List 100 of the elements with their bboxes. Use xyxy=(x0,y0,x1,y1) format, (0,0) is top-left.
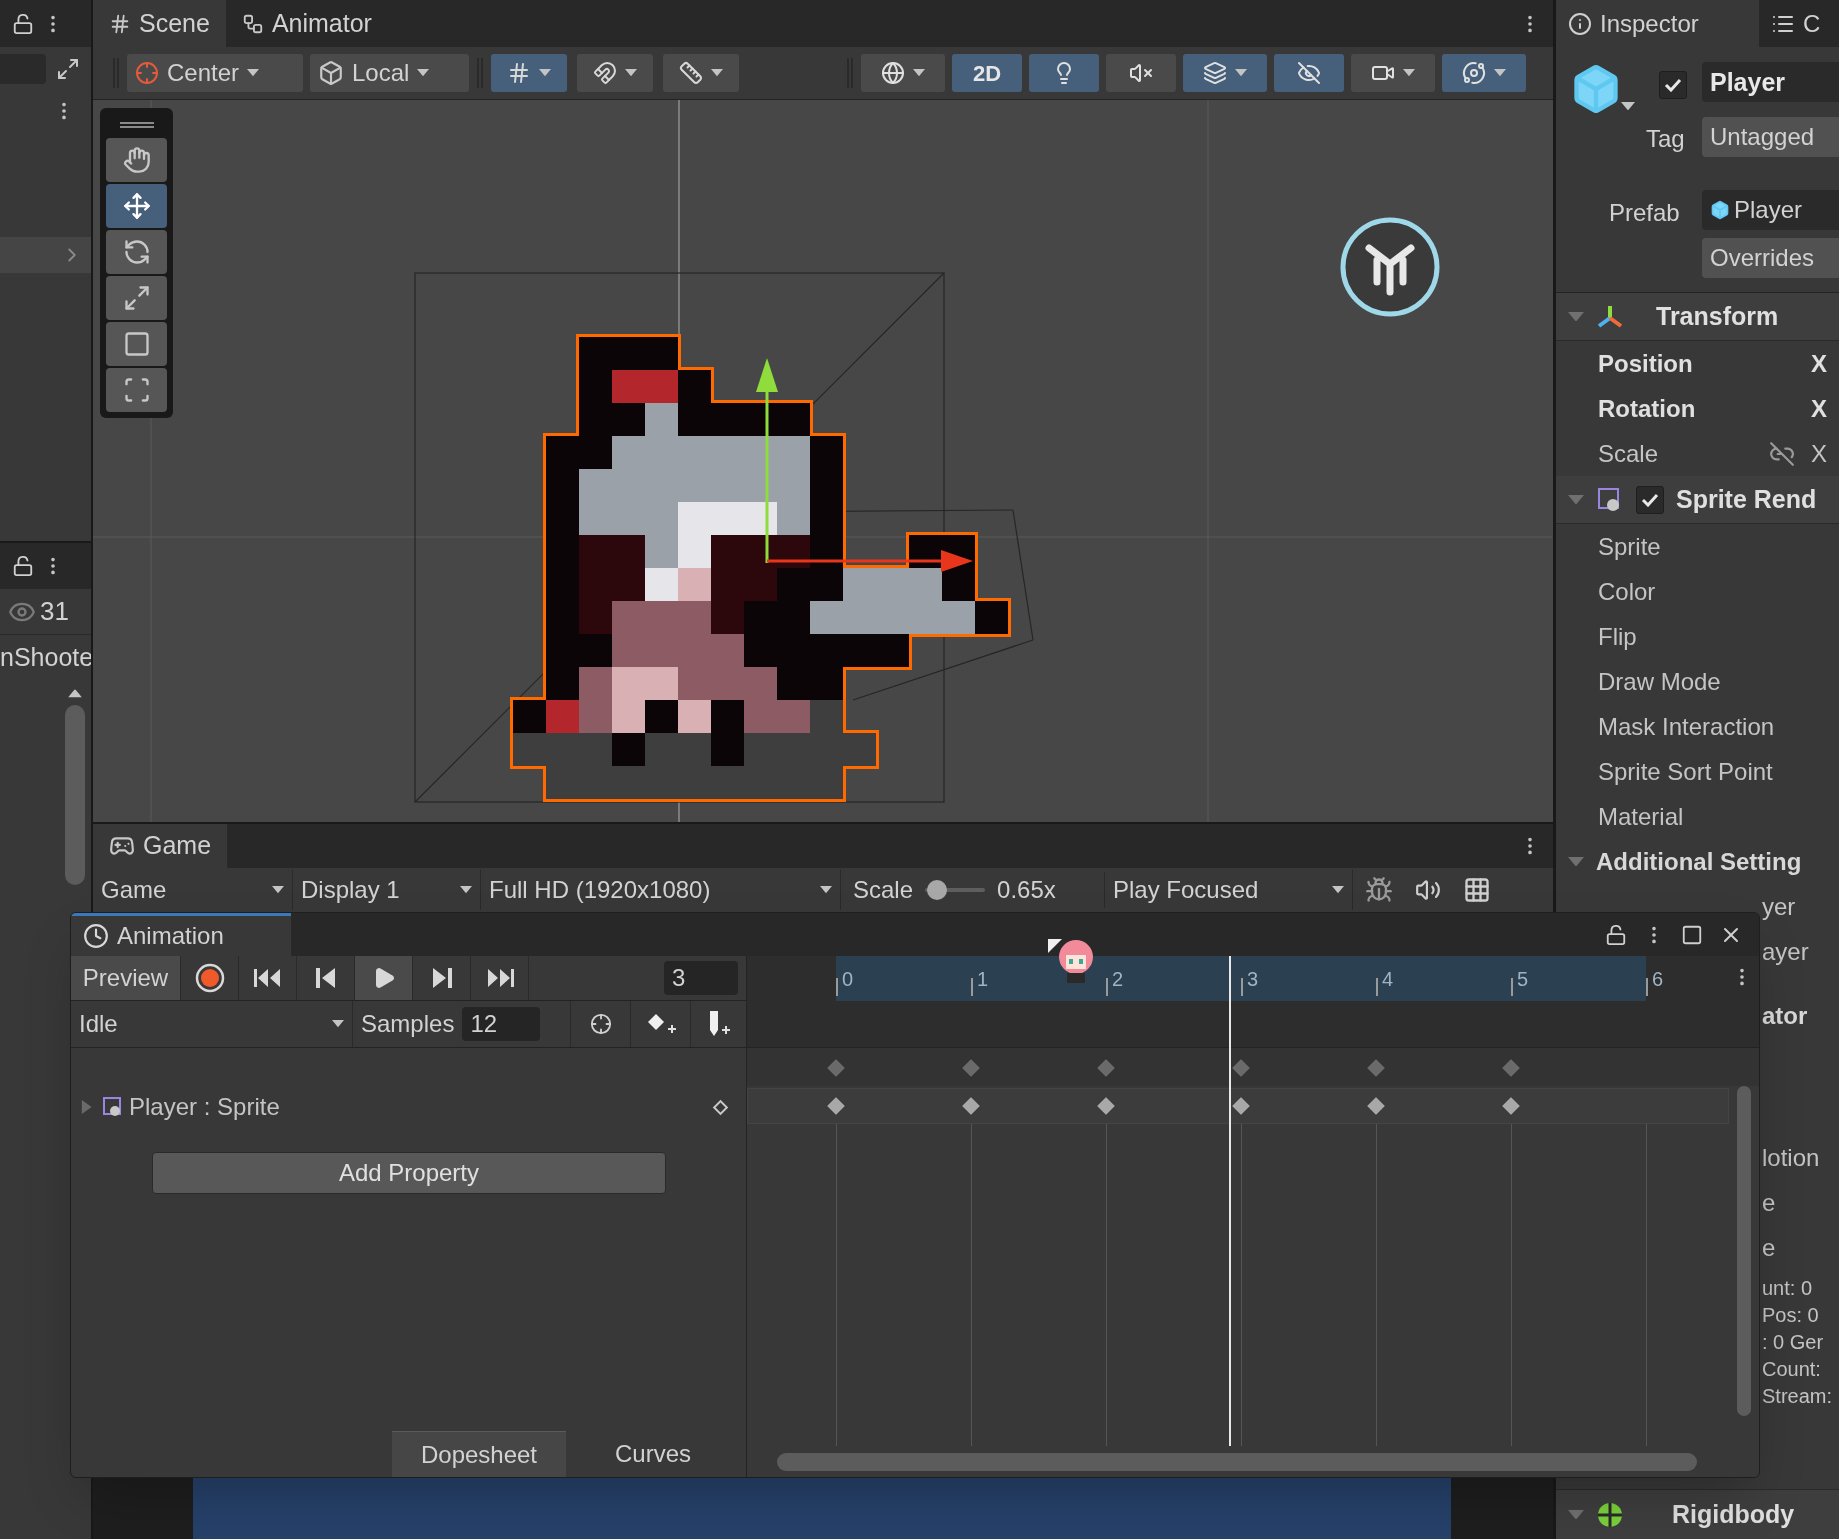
view-toggle[interactable]: 2D xyxy=(952,54,1022,92)
lock-icon[interactable] xyxy=(1605,923,1627,946)
keyframe-icon[interactable] xyxy=(826,1096,846,1116)
stat-text: Pos: 0 xyxy=(1762,1302,1820,1328)
view-tab[interactable]: Dopesheet xyxy=(392,1431,566,1477)
caret-icon xyxy=(417,69,430,77)
samples-field[interactable]: 12 xyxy=(462,1007,541,1041)
gizmos-icon xyxy=(1462,61,1486,85)
bug-icon[interactable] xyxy=(1365,876,1393,904)
samples-label: Samples xyxy=(361,1009,455,1039)
scale-value: 0.65x xyxy=(997,875,1056,905)
caret-icon xyxy=(332,1020,344,1028)
resolution-dropdown[interactable]: Full HD (1920x1080) xyxy=(481,870,841,910)
keyframe-icon[interactable] xyxy=(961,1096,981,1116)
tool-button[interactable] xyxy=(106,230,167,274)
tool-button[interactable] xyxy=(106,368,167,412)
view-toggle[interactable] xyxy=(1029,54,1099,92)
keyframe-icon[interactable] xyxy=(1366,1096,1386,1116)
snap-toggle[interactable] xyxy=(491,54,567,92)
property-label: Flip xyxy=(1598,621,1637,652)
tool-button[interactable] xyxy=(106,184,167,228)
display-dropdown[interactable]: Display 1 xyxy=(293,870,481,910)
snap-toggle[interactable] xyxy=(577,54,653,92)
property-label: Draw Mode xyxy=(1598,666,1721,697)
space-dropdown[interactable]: Local xyxy=(310,54,469,92)
tag-dropdown[interactable]: Untagged xyxy=(1702,117,1839,157)
caret-icon xyxy=(247,69,260,77)
view-dropdown[interactable]: Game xyxy=(93,870,293,910)
keyframe-icon[interactable] xyxy=(1231,1096,1251,1116)
view-toggle[interactable] xyxy=(1106,54,1176,92)
caret-icon xyxy=(1568,311,1584,322)
view-toggle[interactable] xyxy=(861,54,945,92)
vertical-scrollbar[interactable] xyxy=(1737,1086,1751,1416)
property-label: Position xyxy=(1598,348,1693,379)
keyframe-icon[interactable] xyxy=(1501,1058,1521,1078)
lock-icon[interactable] xyxy=(12,555,34,577)
keyframe-icon[interactable] xyxy=(1096,1096,1116,1116)
track-label[interactable]: Player : Sprite xyxy=(129,1089,280,1125)
animation-tab[interactable]: Animation xyxy=(71,913,291,956)
caret-icon xyxy=(539,69,551,77)
preview-button[interactable]: Preview xyxy=(71,956,181,1000)
maximize-icon[interactable] xyxy=(1681,923,1703,946)
clip-dropdown[interactable]: Idle xyxy=(71,1001,353,1047)
audio-icon[interactable] xyxy=(1415,877,1441,903)
playhead[interactable] xyxy=(1228,956,1231,1446)
stat-text: unt: 0 xyxy=(1762,1275,1814,1301)
view-toggle[interactable] xyxy=(1183,54,1267,92)
overrides-dropdown[interactable]: Overrides xyxy=(1702,238,1839,278)
keyframe-icon[interactable] xyxy=(826,1058,846,1078)
snap-toggle[interactable] xyxy=(663,54,739,92)
panel-tab[interactable]: Scene xyxy=(93,0,226,47)
view-toggle[interactable] xyxy=(1274,54,1344,92)
info-icon xyxy=(1568,11,1592,36)
tool-button[interactable] xyxy=(106,276,167,320)
tool-button[interactable] xyxy=(106,322,167,366)
name-field[interactable]: Player xyxy=(1702,62,1839,102)
tool-button[interactable] xyxy=(106,138,167,182)
panel-tab[interactable]: Inspector xyxy=(1556,0,1759,47)
horizontal-scrollbar[interactable] xyxy=(777,1453,1697,1471)
keyframe-icon[interactable] xyxy=(961,1058,981,1078)
scrollbar-thumb[interactable] xyxy=(65,705,85,886)
slider-thumb[interactable] xyxy=(927,880,948,900)
grid-icon[interactable] xyxy=(1463,876,1491,904)
prefab-field[interactable]: Player xyxy=(1702,190,1839,230)
scene-view[interactable] xyxy=(93,100,1553,822)
keyframe-icon[interactable] xyxy=(1231,1058,1251,1078)
caret-icon xyxy=(272,886,284,894)
frame-number: 0 xyxy=(842,967,854,992)
view-toggle[interactable] xyxy=(1351,54,1435,92)
add-property-button[interactable]: Add Property xyxy=(152,1152,666,1194)
play-button[interactable] xyxy=(355,956,413,1000)
keyframe-icon[interactable] xyxy=(1096,1058,1116,1078)
game-tab[interactable]: Game xyxy=(93,824,228,868)
tag-label: Tag xyxy=(1646,124,1685,154)
orientation-gizmo-icon[interactable] xyxy=(1339,216,1441,318)
dopesheet-timeline[interactable]: 0 1 2 3 4 5 6 xyxy=(747,956,1759,1477)
keyframe-icon[interactable] xyxy=(1366,1058,1386,1078)
caret-icon xyxy=(460,886,472,894)
checkbox[interactable] xyxy=(1636,485,1664,514)
pivot-dropdown[interactable]: Center xyxy=(127,54,303,92)
unlinked-icon[interactable] xyxy=(1769,440,1795,467)
caret-icon xyxy=(1403,69,1415,77)
scale-slider[interactable] xyxy=(925,880,986,900)
view-toggle[interactable] xyxy=(1442,54,1526,92)
expand-icon[interactable] xyxy=(56,57,80,81)
section-title[interactable]: Additional Setting xyxy=(1596,843,1802,880)
caret-icon xyxy=(1235,69,1247,77)
cursor-icon xyxy=(1048,939,1062,953)
check-icon xyxy=(1664,78,1682,92)
checkbox[interactable] xyxy=(1659,71,1687,99)
increment-snap-icon xyxy=(593,61,617,85)
frame-field[interactable]: 3 xyxy=(664,961,738,995)
caret-icon xyxy=(1332,886,1344,894)
timeline-ruler[interactable] xyxy=(836,956,1646,1001)
frame-number: 3 xyxy=(1247,967,1259,992)
cube-icon xyxy=(1710,200,1730,220)
play-mode-dropdown[interactable]: Play Focused xyxy=(1105,870,1353,910)
drag-handle-icon[interactable] xyxy=(119,122,154,128)
keyframe-icon[interactable] xyxy=(1501,1096,1521,1116)
lock-icon[interactable] xyxy=(12,12,34,35)
